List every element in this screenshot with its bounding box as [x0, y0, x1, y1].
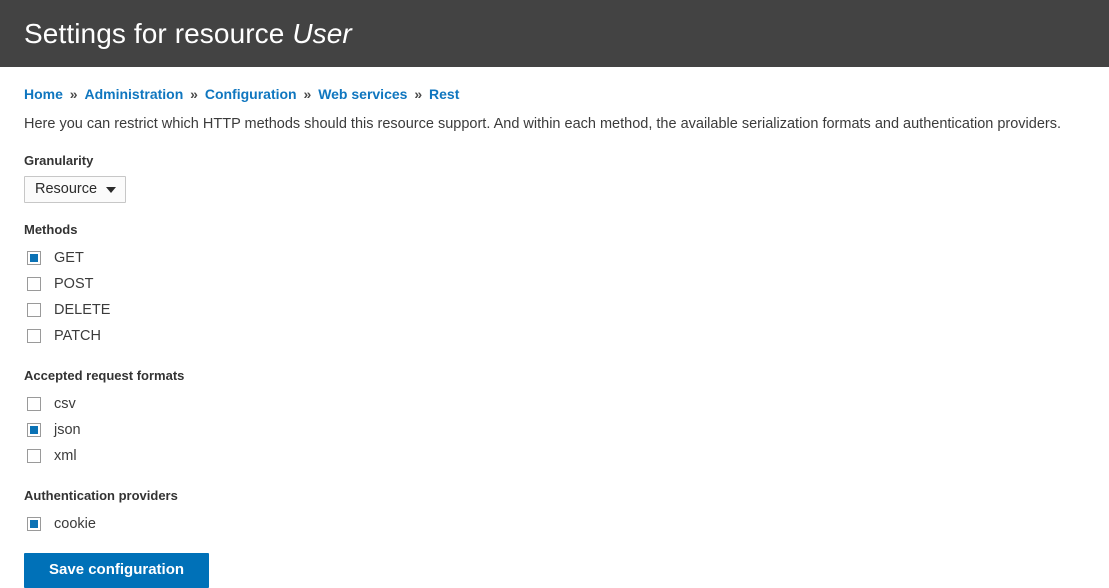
- page-title: Settings for resource User: [24, 17, 352, 49]
- request-formats-label: Accepted request formats: [24, 367, 185, 383]
- breadcrumb-item-web-services[interactable]: Web services: [318, 86, 407, 102]
- request-formats-field-group: Accepted request formats csv json xml: [24, 369, 1085, 469]
- checkbox-row-cookie[interactable]: cookie: [24, 511, 1085, 537]
- main-content: Home » Administration » Configuration » …: [0, 67, 1109, 588]
- intro-description: Here you can restrict which HTTP methods…: [24, 116, 1062, 132]
- page-title-resource-name: User: [292, 17, 352, 49]
- breadcrumb: Home » Administration » Configuration » …: [24, 67, 1085, 101]
- checkbox-row-patch[interactable]: PATCH: [24, 323, 1085, 349]
- auth-providers-field-group: Authentication providers cookie: [24, 489, 1085, 537]
- checkbox-label-delete[interactable]: DELETE: [54, 303, 110, 318]
- granularity-field-group: Granularity Resource: [24, 154, 1085, 203]
- checkbox-row-csv[interactable]: csv: [24, 391, 1085, 417]
- breadcrumb-item-configuration[interactable]: Configuration: [205, 86, 297, 102]
- checkbox-label-patch[interactable]: PATCH: [54, 329, 101, 344]
- checkbox-label-json[interactable]: json: [54, 423, 81, 438]
- checkbox-label-cookie[interactable]: cookie: [54, 517, 96, 532]
- breadcrumb-item-administration[interactable]: Administration: [84, 86, 183, 102]
- checkbox-row-post[interactable]: POST: [24, 271, 1085, 297]
- form-actions: Save configuration: [24, 552, 1085, 588]
- checkbox-xml[interactable]: [27, 448, 41, 463]
- checkbox-row-xml[interactable]: xml: [24, 443, 1085, 469]
- breadcrumb-item-rest[interactable]: Rest: [429, 86, 459, 102]
- methods-field-group: Methods GET POST DELETE PATCH: [24, 223, 1085, 349]
- checkbox-row-delete[interactable]: DELETE: [24, 297, 1085, 323]
- checkbox-delete[interactable]: [27, 302, 41, 317]
- breadcrumb-separator: »: [69, 86, 78, 102]
- granularity-label: Granularity: [24, 152, 94, 168]
- checkbox-label-csv[interactable]: csv: [54, 397, 76, 412]
- granularity-select[interactable]: Resource: [24, 175, 126, 203]
- save-configuration-button[interactable]: Save configuration: [24, 552, 210, 588]
- checkbox-label-xml[interactable]: xml: [54, 449, 77, 464]
- checkbox-json[interactable]: [27, 422, 41, 437]
- breadcrumb-separator: »: [303, 86, 312, 102]
- breadcrumb-item-home[interactable]: Home: [24, 86, 63, 102]
- granularity-selected-value: Resource: [35, 181, 98, 198]
- checkbox-row-get[interactable]: GET: [24, 245, 1085, 271]
- breadcrumb-separator: »: [190, 86, 198, 102]
- checkbox-label-get[interactable]: GET: [54, 251, 84, 266]
- breadcrumb-separator: »: [414, 86, 423, 102]
- checkbox-patch[interactable]: [27, 328, 41, 343]
- checkbox-post[interactable]: [27, 276, 41, 291]
- page-header: Settings for resource User: [0, 0, 1109, 67]
- methods-label: Methods: [24, 221, 78, 237]
- page-title-prefix: Settings for resource: [24, 17, 285, 49]
- checkbox-label-post[interactable]: POST: [54, 277, 93, 292]
- checkbox-get[interactable]: [27, 250, 41, 265]
- auth-providers-label: Authentication providers: [24, 487, 178, 503]
- checkbox-row-json[interactable]: json: [24, 417, 1085, 443]
- granularity-select-wrapper: Resource: [24, 175, 126, 203]
- checkbox-csv[interactable]: [27, 396, 41, 411]
- checkbox-cookie[interactable]: [27, 516, 41, 531]
